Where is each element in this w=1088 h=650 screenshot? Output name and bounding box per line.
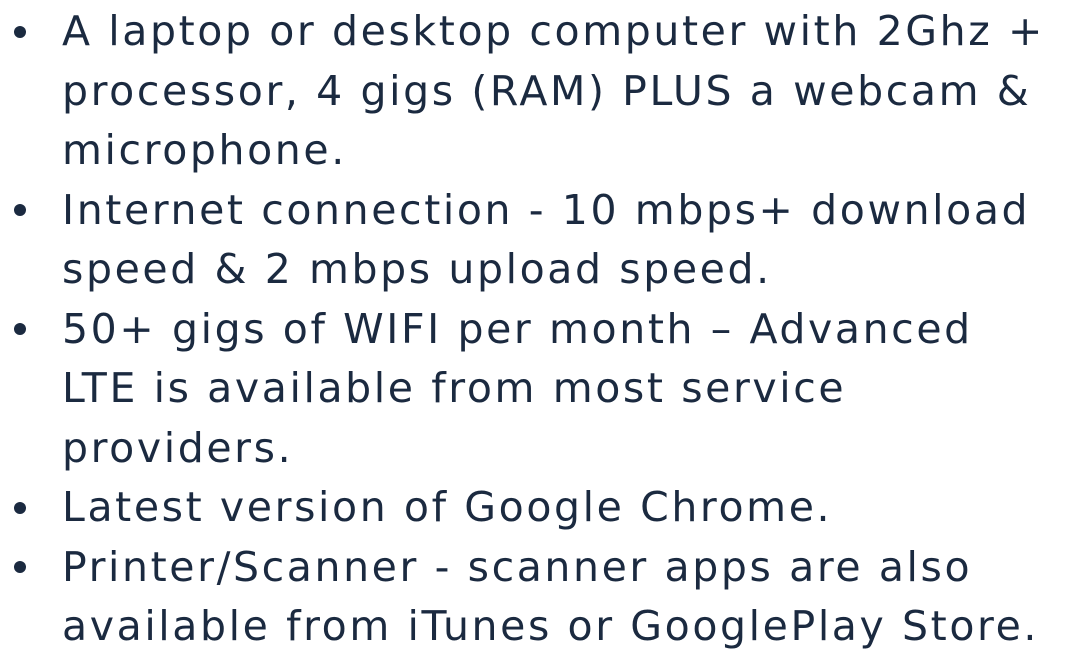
list-item-computer: A laptop or desktop computer with 2Ghz +… — [0, 2, 1088, 181]
list-item-wifi: 50+ gigs of WIFI per month – Advanced LT… — [0, 300, 1088, 479]
requirements-page: A laptop or desktop computer with 2Ghz +… — [0, 0, 1088, 650]
list-item-line: Latest version of Google Chrome. — [62, 483, 833, 531]
bullet-icon — [14, 204, 26, 216]
list-item-chrome: Latest version of Google Chrome. — [0, 478, 1088, 538]
bullet-icon — [14, 501, 26, 514]
list-item-line: available from iTunes or GooglePlay Stor… — [62, 602, 1040, 650]
list-item-line: microphone. — [62, 126, 347, 174]
list-item-line: Internet connection - 10 mbps+ download — [62, 185, 1031, 234]
bullet-icon — [14, 323, 26, 335]
bullet-icon — [14, 25, 26, 38]
list-item-internet: Internet connection - 10 mbps+ download … — [0, 181, 1088, 300]
list-item-line: Printer/Scanner - scanner apps are also — [62, 542, 973, 591]
list-item-line: 50+ gigs of WIFI per month – Advanced — [62, 304, 973, 353]
list-item-printer: Printer/Scanner - scanner apps are also … — [0, 538, 1088, 650]
list-item-line: speed & 2 mbps upload speed. — [62, 245, 772, 293]
requirements-list: A laptop or desktop computer with 2Ghz +… — [0, 0, 1088, 650]
list-item-line: A laptop or desktop computer with 2Ghz + — [62, 7, 1045, 55]
list-item-line: providers. — [62, 423, 294, 472]
bullet-icon — [14, 561, 26, 573]
list-item-line: LTE is available from most service — [62, 364, 847, 412]
list-item-line: processor, 4 gigs (RAM) PLUS a webcam & — [62, 66, 1032, 115]
